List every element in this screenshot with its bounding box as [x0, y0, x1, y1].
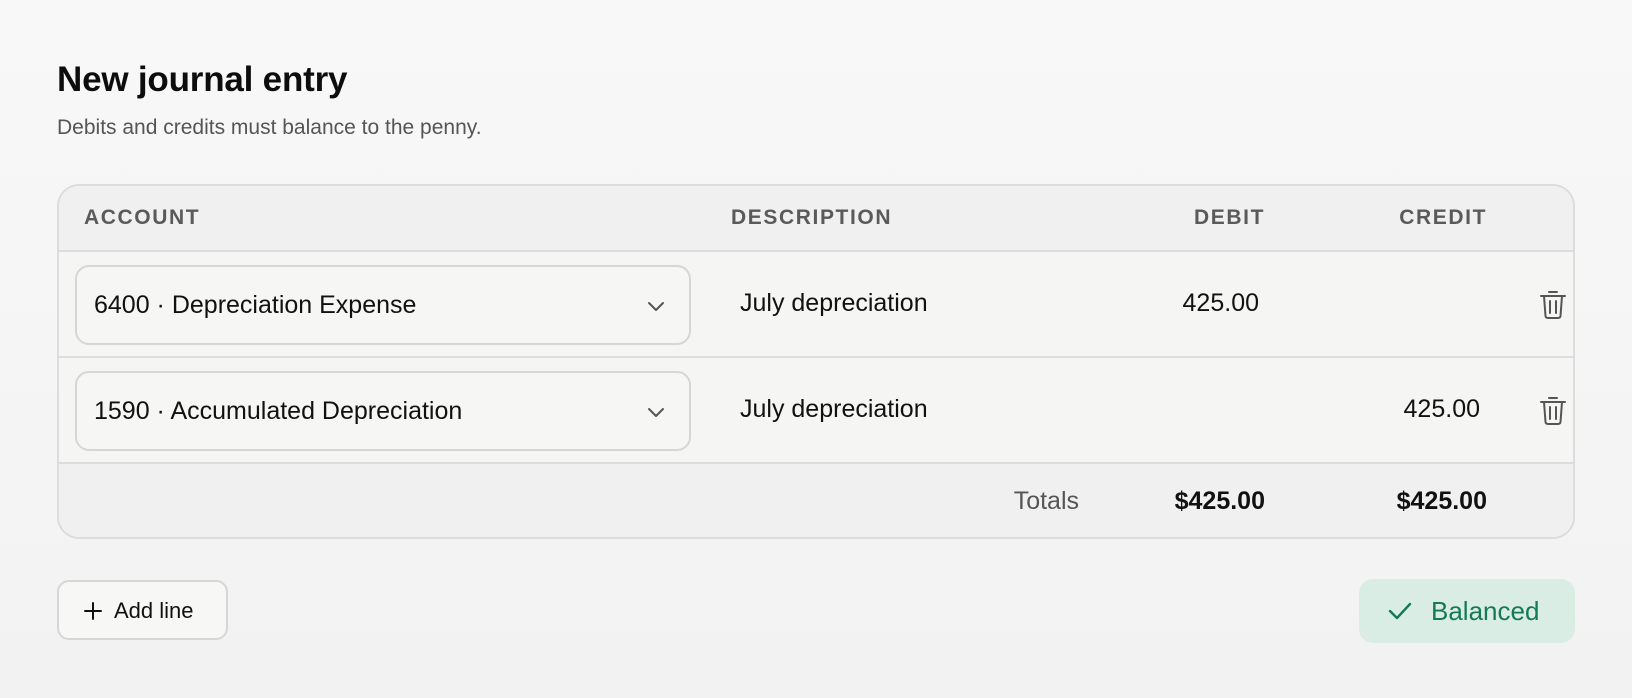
description-cell[interactable]: July depreciation	[740, 395, 928, 424]
delete-line-button[interactable]	[1539, 394, 1569, 426]
column-header-description: DESCRIPTION	[731, 206, 893, 229]
trash-icon	[1540, 397, 1566, 425]
credit-cell[interactable]: 425.00	[1289, 395, 1480, 424]
add-line-label: Add line	[114, 598, 194, 623]
plus-icon	[84, 602, 102, 620]
column-header-account: ACCOUNT	[84, 206, 201, 229]
totals-label: Totals	[1013, 487, 1079, 515]
totals-row: Totals $425.00 $425.00	[59, 464, 1573, 537]
status-label: Balanced	[1431, 596, 1540, 626]
account-select[interactable]: 6400 · Depreciation Expense	[75, 265, 691, 345]
table-row: 6400 · Depreciation Expense July depreci…	[59, 252, 1573, 358]
journal-entry-page: New journal entry Debits and credits mus…	[57, 0, 1575, 698]
trash-icon	[1540, 291, 1566, 319]
table-row: 1590 · Accumulated Depreciation July dep…	[59, 358, 1573, 464]
page-title: New journal entry	[57, 60, 348, 99]
table-header: ACCOUNT DESCRIPTION DEBIT CREDIT	[59, 186, 1573, 252]
add-line-button[interactable]: Add line	[57, 580, 228, 640]
chevron-down-icon	[648, 408, 664, 417]
description-cell[interactable]: July depreciation	[740, 289, 928, 318]
page-subtitle: Debits and credits must balance to the p…	[57, 116, 482, 139]
account-select-value: 1590 · Accumulated Depreciation	[94, 397, 463, 425]
total-credit: $425.00	[1396, 487, 1487, 515]
status-badge: Balanced	[1359, 579, 1575, 643]
chevron-down-icon	[648, 302, 664, 311]
debit-cell[interactable]: 425.00	[1079, 289, 1259, 318]
column-header-debit: DEBIT	[1194, 206, 1265, 229]
delete-line-button[interactable]	[1539, 288, 1569, 320]
journal-lines-table: ACCOUNT DESCRIPTION DEBIT CREDIT 6400 · …	[57, 184, 1575, 539]
check-icon	[1388, 602, 1412, 620]
account-select-value: 6400 · Depreciation Expense	[94, 291, 417, 319]
column-header-credit: CREDIT	[1399, 206, 1487, 229]
account-select[interactable]: 1590 · Accumulated Depreciation	[75, 371, 691, 451]
total-debit: $425.00	[1174, 487, 1265, 515]
